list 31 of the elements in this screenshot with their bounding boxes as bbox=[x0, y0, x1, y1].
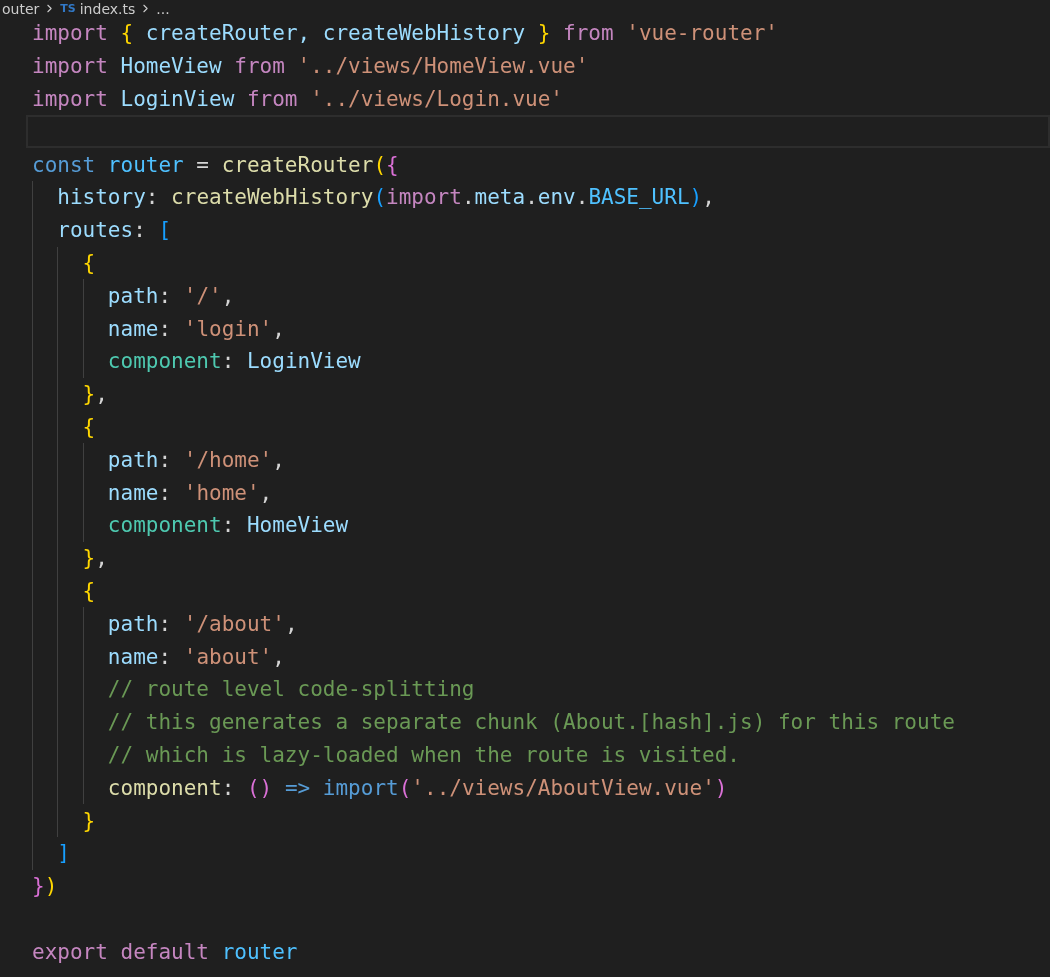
code-line: }, bbox=[81, 381, 108, 409]
code-line: import LoginView from '../views/Login.vue' bbox=[32, 86, 564, 113]
code-line: component: LoginView bbox=[106, 348, 361, 376]
code-line: path: '/about', bbox=[106, 610, 298, 638]
breadcrumb-file[interactable]: index.ts bbox=[79, 1, 136, 16]
code-line: name: 'about', bbox=[106, 643, 285, 671]
code-line: // which is lazy-loaded when the route is visited. bbox=[106, 741, 740, 769]
code-line: { bbox=[81, 413, 96, 441]
code-line: import HomeView from '../views/HomeView.vue' bbox=[32, 53, 589, 81]
code-line: } bbox=[81, 807, 96, 835]
code-line: ] bbox=[56, 840, 70, 868]
breadcrumb-folder[interactable]: outer bbox=[2, 1, 40, 16]
code-line: import { createRouter, createWebHistory } from 'vue-router' bbox=[32, 20, 778, 48]
code-line: routes: [ bbox=[56, 217, 172, 245]
code-line: component: HomeView bbox=[106, 512, 349, 540]
code-line: name: 'home', bbox=[106, 479, 273, 507]
code-line: { bbox=[81, 577, 96, 605]
breadcrumb-more[interactable]: ... bbox=[156, 1, 170, 16]
code-line: const router = createRouter({ bbox=[32, 151, 399, 179]
code-line: }) bbox=[32, 873, 58, 901]
code-line: { bbox=[81, 249, 96, 277]
code-line: history: createWebHistory(import.meta.env.BASE_URL), bbox=[56, 184, 715, 212]
code-line: path: '/', bbox=[106, 282, 235, 310]
code-line: name: 'login', bbox=[106, 315, 285, 343]
code-line: component: () => import('../views/AboutView.vue') bbox=[106, 774, 728, 802]
typescript-file-icon: TS bbox=[60, 3, 76, 14]
code-line: export default router bbox=[32, 938, 298, 966]
code-line: // route level code-splitting bbox=[106, 676, 475, 704]
code-line: // this generates a separate chunk (About.[hash].js) for this route bbox=[106, 709, 955, 737]
code-line: path: '/home', bbox=[106, 446, 285, 474]
code-line: }, bbox=[81, 545, 108, 573]
